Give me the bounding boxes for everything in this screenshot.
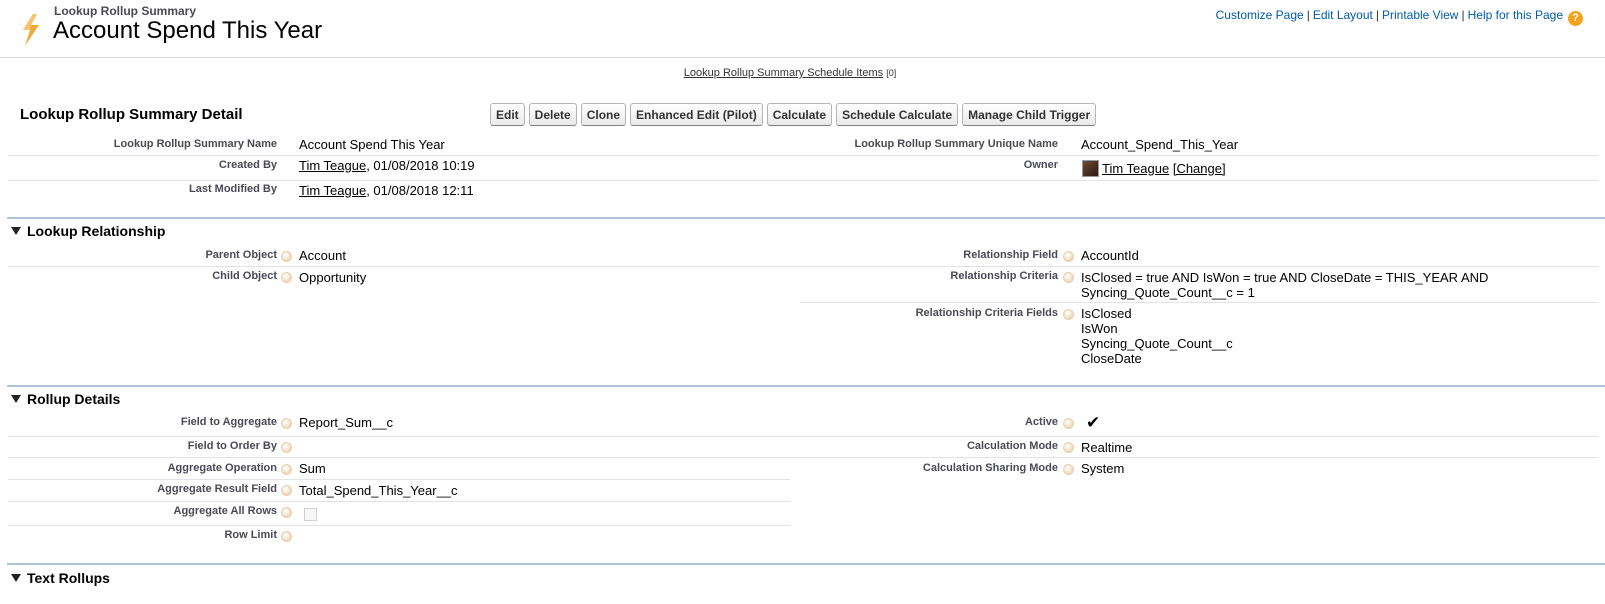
help-bubble-icon[interactable] (1063, 272, 1074, 283)
row-limit-label: Row Limit (224, 529, 277, 541)
owner-change-link[interactable]: [Change] (1173, 161, 1226, 176)
text-rollups-header[interactable]: Text Rollups (11, 570, 110, 586)
calculation-sharing-mode-label: Calculation Sharing Mode (922, 462, 1058, 474)
calculation-mode-label: Calculation Mode (966, 440, 1058, 452)
divider (800, 302, 1598, 303)
unique-name-value: Account_Spend_This_Year (1081, 137, 1239, 152)
section-rule (7, 385, 1605, 387)
section-rule (7, 217, 1605, 219)
criteria-fields-value: IsClosed IsWon Syncing_Quote_Count__c Cl… (1081, 306, 1233, 366)
edit-layout-link[interactable]: Edit Layout (1313, 8, 1373, 22)
help-bubble-icon[interactable] (1063, 251, 1074, 262)
active-checkmark-icon: ✔ (1086, 413, 1101, 432)
help-bubble-icon[interactable] (281, 272, 292, 283)
modified-by-value: Tim Teague, 01/08/2018 12:11 (299, 183, 474, 198)
field-to-aggregate-value: Report_Sum__c (299, 415, 393, 430)
calculation-sharing-mode-value: System (1081, 461, 1125, 476)
divider (8, 525, 790, 526)
active-label: Active (1024, 416, 1058, 428)
help-bubble-icon[interactable] (1063, 442, 1074, 453)
created-by-user-link[interactable]: Tim Teague (299, 158, 366, 173)
divider (8, 266, 1598, 267)
collapse-triangle-icon[interactable] (11, 227, 21, 235)
schedule-calculate-button[interactable]: Schedule Calculate (836, 103, 959, 126)
aggregate-operation-value: Sum (299, 461, 326, 476)
field-to-order-by-label: Field to Order By (187, 440, 277, 452)
aggregate-result-field-value: Total_Spend_This_Year__c (299, 483, 458, 498)
manage-child-trigger-button[interactable]: Manage Child Trigger (962, 103, 1097, 126)
help-bubble-icon[interactable] (281, 442, 292, 453)
help-bubble-icon[interactable] (281, 418, 292, 429)
divider (8, 479, 790, 480)
name-label: Lookup Rollup Summary Name (113, 138, 277, 150)
schedule-items-count: [0] (886, 68, 897, 78)
header-links: Customize Page | Edit Layout | Printable Vie… (1216, 8, 1583, 26)
relationship-field-label: Relationship Field (963, 249, 1058, 261)
parent-object-value: Account (299, 248, 346, 263)
modified-by-date: , 01/08/2018 12:11 (366, 183, 474, 198)
lookup-relationship-header[interactable]: Lookup Relationship (11, 223, 165, 239)
help-bubble-icon[interactable] (281, 531, 292, 542)
delete-button[interactable]: Delete (528, 103, 577, 126)
detail-button-bar: Edit Delete Clone Enhanced Edit (Pilot) … (490, 103, 1097, 126)
modified-by-label: Last Modified By (188, 183, 277, 195)
help-bubble-icon[interactable] (281, 507, 292, 518)
enhanced-edit-button[interactable]: Enhanced Edit (Pilot) (630, 103, 763, 126)
relationship-criteria-value: IsClosed = true AND IsWon = true AND Clo… (1081, 270, 1489, 300)
page-header: Lookup Rollup Summary Account Spend This… (0, 0, 1605, 58)
owner-label: Owner (1023, 159, 1058, 171)
calculation-mode-value: Realtime (1081, 440, 1133, 455)
calculate-button[interactable]: Calculate (766, 103, 833, 126)
section-rule (7, 563, 1605, 565)
created-by-label: Created By (218, 159, 277, 171)
help-bubble-icon[interactable] (281, 464, 292, 475)
help-bubble-icon[interactable] (281, 485, 292, 496)
aggregate-all-rows-checkbox (304, 508, 317, 521)
schedule-items-link[interactable]: Lookup Rollup Summary Schedule Items (684, 67, 883, 79)
detail-section-title: Lookup Rollup Summary Detail (20, 106, 243, 123)
relationship-field-value: AccountId (1081, 248, 1139, 263)
collapse-triangle-icon[interactable] (11, 574, 21, 582)
divider (8, 457, 1598, 458)
help-page-link[interactable]: Help for this Page (1468, 8, 1563, 22)
aggregate-operation-label: Aggregate Operation (167, 462, 277, 474)
created-by-date: , 01/08/2018 10:19 (366, 158, 475, 173)
divider (8, 501, 790, 502)
modified-by-user-link[interactable]: Tim Teague (299, 183, 366, 198)
edit-button[interactable]: Edit (490, 103, 525, 126)
divider (8, 436, 1598, 437)
lookup-rollup-icon (23, 14, 39, 46)
help-bubble-icon[interactable] (1063, 309, 1074, 320)
help-bubble-icon[interactable] (281, 251, 292, 262)
owner-avatar (1082, 160, 1099, 177)
parent-object-label: Parent Object (205, 249, 277, 261)
relationship-criteria-label: Relationship Criteria (950, 270, 1058, 282)
child-object-value: Opportunity (299, 270, 367, 285)
child-object-label: Child Object (212, 270, 277, 282)
created-by-value: Tim Teague, 01/08/2018 10:19 (299, 158, 475, 173)
aggregate-result-field-label: Aggregate Result Field (157, 483, 277, 495)
help-icon[interactable]: ? (1568, 11, 1583, 26)
divider (8, 155, 1598, 156)
help-bubble-icon[interactable] (1063, 418, 1074, 429)
rollup-details-header[interactable]: Rollup Details (11, 391, 120, 407)
related-list-links: Lookup Rollup Summary Schedule Items [0] (0, 67, 1580, 79)
field-to-aggregate-label: Field to Aggregate (180, 416, 277, 428)
help-bubble-icon[interactable] (1063, 464, 1074, 475)
aggregate-all-rows-label: Aggregate All Rows (173, 505, 278, 517)
criteria-fields-label: Relationship Criteria Fields (915, 307, 1058, 319)
collapse-triangle-icon[interactable] (11, 395, 21, 403)
name-value: Account Spend This Year (299, 137, 445, 152)
owner-value: Tim Teague [Change] (1102, 161, 1226, 176)
page-subtitle: Lookup Rollup Summary (54, 4, 197, 18)
owner-user-link[interactable]: Tim Teague (1102, 161, 1169, 176)
unique-name-label: Lookup Rollup Summary Unique Name (854, 138, 1058, 150)
customize-page-link[interactable]: Customize Page (1216, 8, 1304, 22)
clone-button[interactable]: Clone (580, 103, 627, 126)
divider (8, 180, 1598, 181)
printable-view-link[interactable]: Printable View (1382, 8, 1459, 22)
page-title: Account Spend This Year (53, 17, 323, 44)
